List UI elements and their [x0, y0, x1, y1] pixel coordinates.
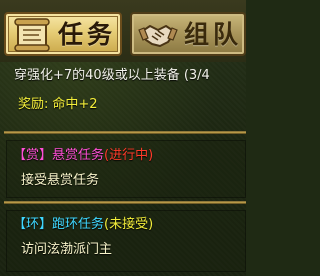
quest-panel: 任务 组队 穿强化+7的40级或以上装备 (3/4 奖励: 命中+2 【赏】悬赏任…	[0, 0, 246, 276]
loop-task-title: 【环】跑环任务(未接受)	[13, 216, 153, 234]
list-item[interactable]: 【环】跑环任务(未接受) 访问泫渤派门主	[6, 210, 246, 272]
tab-bar: 任务 组队	[0, 0, 246, 62]
loop-task-name: 跑环任务	[52, 217, 105, 232]
bounty-task-description: 接受悬赏任务	[21, 173, 100, 188]
bounty-task-name: 悬赏任务	[52, 148, 105, 163]
list-item[interactable]: 【赏】悬赏任务(进行中) 接受悬赏任务	[6, 140, 246, 198]
tab-team[interactable]: 组队	[130, 12, 246, 56]
loop-task-description: 访问泫渤派门主	[21, 242, 113, 257]
status-badge: (进行中)	[104, 148, 154, 163]
status-badge: (未接受)	[104, 217, 154, 232]
task-reward: 奖励: 命中+2	[18, 96, 98, 114]
tab-quest-label: 任务	[58, 20, 117, 49]
tab-quest[interactable]: 任务	[4, 12, 122, 56]
task-requirement: 穿强化+7的40级或以上装备 (3/4	[14, 68, 210, 83]
divider	[4, 131, 246, 134]
divider	[4, 201, 246, 204]
tab-team-label: 组队	[184, 20, 243, 49]
handshake-icon	[138, 25, 178, 47]
reward-value: 命中+2	[52, 97, 98, 112]
bounty-task-title: 【赏】悬赏任务(进行中)	[13, 147, 153, 165]
loop-tag: 【环】	[13, 217, 53, 232]
scroll-icon	[14, 18, 50, 52]
reward-label: 奖励:	[18, 97, 49, 112]
bounty-tag: 【赏】	[13, 148, 53, 163]
